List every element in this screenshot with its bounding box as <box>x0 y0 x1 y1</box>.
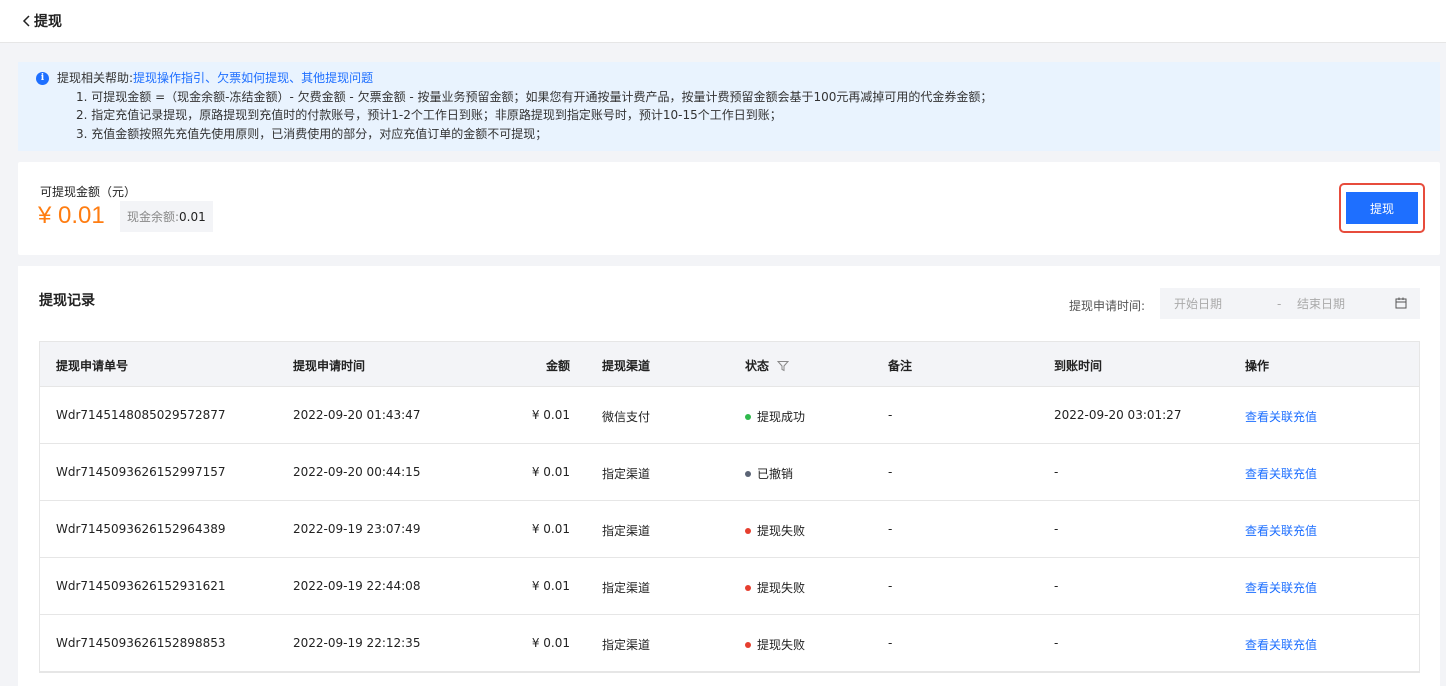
cash-balance-label: 现金余额: <box>127 210 180 224</box>
view-related-recharge-link[interactable]: 查看关联充值 <box>1245 408 1317 425</box>
help-line-3: 3. 充值金额按照先充值先使用原则，已消费使用的部分，对应充值订单的金额不可提现… <box>76 126 548 141</box>
cell-time: 2022-09-20 00:44:15 <box>293 465 421 479</box>
balance-amount: ¥ 0.01 <box>38 202 105 229</box>
cell-note: - <box>888 408 893 422</box>
cell-channel: 指定渠道 <box>602 524 651 538</box>
table-row: Wdr7145093626152997157 2022-09-20 00:44:1… <box>40 444 1419 501</box>
help-link-invoice[interactable]: 欠票如何提现 <box>217 69 289 88</box>
cell-id: Wdr7145093626152898853 <box>56 636 226 650</box>
help-link-other[interactable]: 其他提现问题 <box>301 69 373 88</box>
balance-card: 可提现金额（元） ¥ 0.01 现金余额: 0.01 提现 <box>18 162 1440 255</box>
cell-id: Wdr7145093626152931621 <box>56 579 226 593</box>
help-line-2: 2. 指定充值记录提现，原路提现到充值时的付款账号，预计1-2个工作日到账；非原… <box>76 108 782 122</box>
view-related-recharge-link[interactable]: 查看关联充值 <box>1245 579 1317 596</box>
help-notice: i 提现相关帮助: 提现操作指引 、 欠票如何提现 、 其他提现问题 1. 可提… <box>18 62 1440 151</box>
cell-id: Wdr7145093626152997157 <box>56 465 226 479</box>
help-separator: 、 <box>205 71 218 85</box>
column-header-amount: 金额 <box>545 359 570 373</box>
status-text: 提现成功 <box>757 410 806 424</box>
column-header-id: 提现申请单号 <box>56 359 129 373</box>
cell-arrival: - <box>1054 636 1059 650</box>
status-dot-icon <box>745 414 751 420</box>
cash-balance-tag: 现金余额: 0.01 <box>120 201 213 232</box>
chevron-left-icon[interactable] <box>20 14 34 28</box>
cell-arrival: - <box>1054 522 1059 536</box>
cell-id: Wdr7145093626152964389 <box>56 522 226 536</box>
cell-note: - <box>888 579 893 593</box>
cell-channel: 指定渠道 <box>602 467 651 481</box>
status-dot-icon <box>745 585 751 591</box>
date-range-dash: - <box>1277 296 1282 311</box>
page-title: 提现 <box>34 14 62 30</box>
cell-status: 提现失败 <box>745 579 805 596</box>
view-related-recharge-link[interactable]: 查看关联充值 <box>1245 636 1317 653</box>
cell-time: 2022-09-19 23:07:49 <box>293 522 421 536</box>
help-line-1: 1. 可提现金额 =（现金余额-冻结金额）- 欠费金额 - 欠票金额 - 按量业… <box>76 89 993 104</box>
table-row: Wdr7145148085029572877 2022-09-20 01:43:4… <box>40 387 1419 444</box>
cell-time: 2022-09-19 22:44:08 <box>293 579 421 593</box>
table-row: Wdr7145093626152898853 2022-09-19 22:12:3… <box>40 615 1419 672</box>
cell-arrival: - <box>1054 579 1059 593</box>
cell-channel: 指定渠道 <box>602 581 651 595</box>
status-text: 已撤销 <box>757 467 794 481</box>
column-header-action: 操作 <box>1245 359 1270 373</box>
start-date-input[interactable]: 开始日期 <box>1174 295 1222 312</box>
column-header-arrival: 到账时间 <box>1054 359 1103 373</box>
cell-status: 提现失败 <box>745 522 805 539</box>
table-row: Wdr7145093626152964389 2022-09-19 23:07:4… <box>40 501 1419 558</box>
table-header: 提现申请单号 提现申请时间 金额 提现渠道 状态 备注 到账时间 操作 <box>40 342 1419 387</box>
end-date-input[interactable]: 结束日期 <box>1297 295 1345 312</box>
cell-amount: ¥ 0.01 <box>531 465 570 479</box>
records-table: 提现申请单号 提现申请时间 金额 提现渠道 状态 备注 到账时间 操作 Wdr7… <box>39 341 1420 673</box>
cell-channel: 微信支付 <box>602 410 651 424</box>
cell-amount: ¥ 0.01 <box>531 579 570 593</box>
cell-time: 2022-09-19 22:12:35 <box>293 636 421 650</box>
help-prefix: 提现相关帮助: <box>57 71 134 85</box>
date-filter-label: 提现申请时间: <box>1069 299 1146 313</box>
status-text: 提现失败 <box>757 524 806 538</box>
cell-status: 提现失败 <box>745 636 805 653</box>
cell-status: 已撤销 <box>745 465 793 482</box>
cell-amount: ¥ 0.01 <box>531 522 570 536</box>
withdraw-button-highlight: 提现 <box>1339 183 1425 233</box>
status-header-label: 状态 <box>745 359 770 373</box>
help-separator: 、 <box>289 71 302 85</box>
status-dot-icon <box>745 528 751 534</box>
withdraw-button[interactable]: 提现 <box>1346 192 1418 224</box>
balance-label: 可提现金额（元） <box>40 185 137 199</box>
view-related-recharge-link[interactable]: 查看关联充值 <box>1245 465 1317 482</box>
info-icon: i <box>36 71 49 85</box>
cell-note: - <box>888 465 893 479</box>
filter-icon[interactable] <box>777 360 790 375</box>
help-link-guide[interactable]: 提现操作指引 <box>133 69 205 88</box>
cell-channel: 指定渠道 <box>602 638 651 652</box>
column-header-time: 提现申请时间 <box>293 359 366 373</box>
column-header-status: 状态 <box>745 357 790 375</box>
status-dot-icon <box>745 642 751 648</box>
table-body: Wdr7145148085029572877 2022-09-20 01:43:4… <box>40 387 1419 672</box>
cash-balance-value: 0.01 <box>179 209 206 224</box>
records-panel: 提现记录 提现申请时间: 开始日期 - 结束日期 提现申请单号 提现申请时间 金… <box>18 266 1440 686</box>
cell-arrival: - <box>1054 465 1059 479</box>
cell-status: 提现成功 <box>745 408 805 425</box>
top-bar: 提现 <box>0 0 1446 43</box>
cell-note: - <box>888 522 893 536</box>
calendar-icon[interactable] <box>1395 297 1407 309</box>
cell-id: Wdr7145148085029572877 <box>56 408 226 422</box>
status-text: 提现失败 <box>757 581 806 595</box>
column-header-channel: 提现渠道 <box>602 359 651 373</box>
records-title: 提现记录 <box>39 293 95 309</box>
cell-arrival: 2022-09-20 03:01:27 <box>1054 408 1182 422</box>
table-row: Wdr7145093626152931621 2022-09-19 22:44:0… <box>40 558 1419 615</box>
cell-amount: ¥ 0.01 <box>531 408 570 422</box>
cell-amount: ¥ 0.01 <box>531 636 570 650</box>
view-related-recharge-link[interactable]: 查看关联充值 <box>1245 522 1317 539</box>
date-range-picker[interactable]: 开始日期 - 结束日期 <box>1160 288 1420 319</box>
column-header-note: 备注 <box>888 359 913 373</box>
cell-note: - <box>888 636 893 650</box>
cell-time: 2022-09-20 01:43:47 <box>293 408 421 422</box>
status-text: 提现失败 <box>757 638 806 652</box>
status-dot-icon <box>745 471 751 477</box>
